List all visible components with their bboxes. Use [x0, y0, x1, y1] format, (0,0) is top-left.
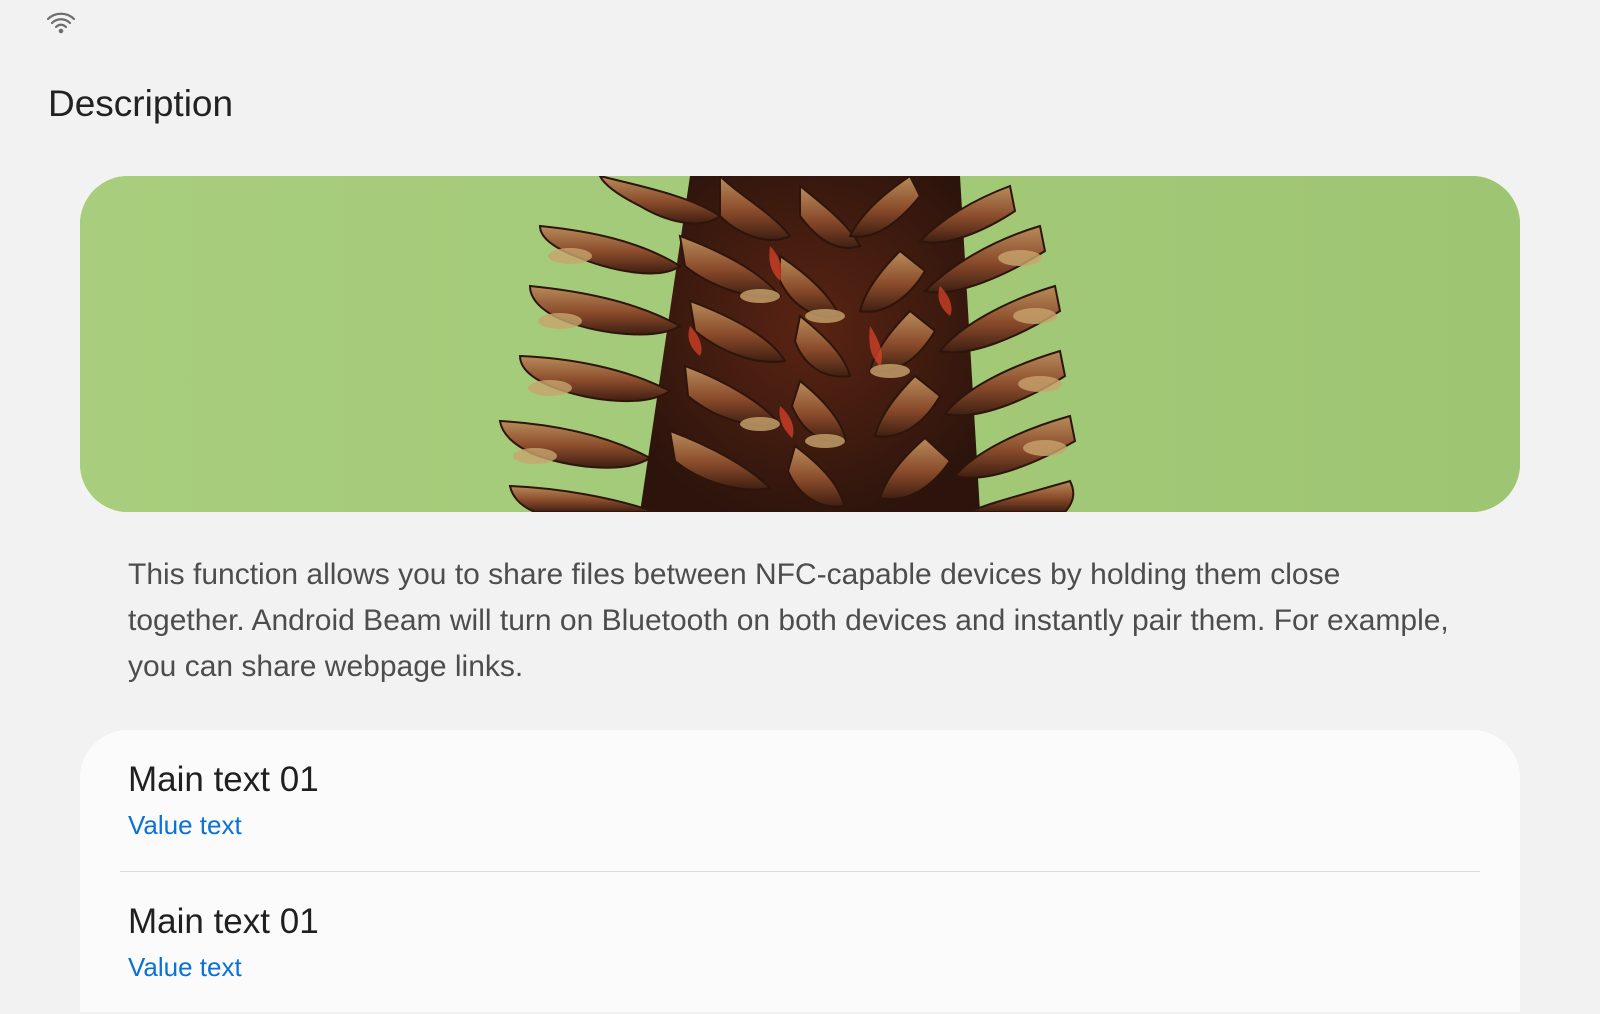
list-item-main-text: Main text 01	[128, 760, 319, 799]
status-bar	[46, 10, 76, 36]
page-title: Description	[48, 83, 234, 124]
list-item-value-text: Value text	[128, 952, 242, 982]
pinecone-image	[80, 176, 1520, 512]
list-item[interactable]: Main text 01 Value text	[80, 730, 1520, 872]
hero-image	[80, 176, 1520, 512]
list-item[interactable]: Main text 01 Value text	[80, 872, 1520, 1014]
list-item-value-text: Value text	[128, 810, 242, 840]
list-item-main-text: Main text 01	[128, 902, 319, 941]
description-text: This function allows you to share files …	[128, 558, 1449, 683]
list-card: Main text 01 Value text Main text 01 Val…	[80, 730, 1520, 1012]
wifi-icon	[46, 12, 76, 34]
